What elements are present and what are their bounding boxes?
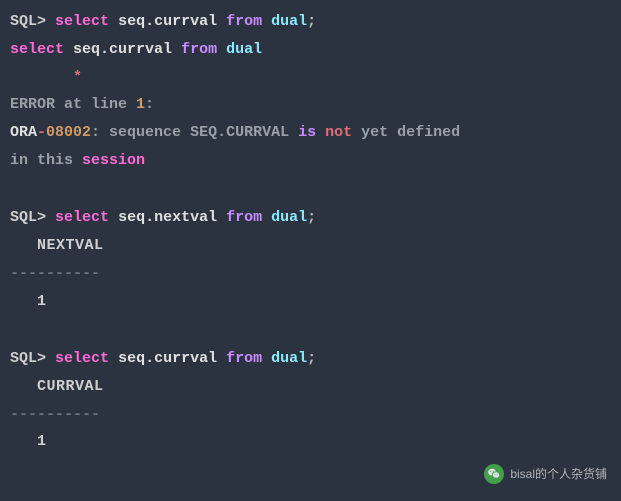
keyword-from: from [226, 209, 262, 226]
ora-dash: - [37, 124, 46, 141]
keyword-from: from [181, 41, 217, 58]
result-row: 1 [10, 288, 611, 316]
error-label: ERROR at line [10, 96, 136, 113]
column-name: CURRVAL [37, 378, 104, 395]
blank-line [10, 317, 611, 345]
table-name: dual [271, 350, 307, 367]
keyword-select: select [55, 13, 109, 30]
semicolon: ; [307, 13, 316, 30]
query-1-echo: select seq.currval from dual [10, 36, 611, 64]
query-3-input: SQL> select seq.currval from dual; [10, 345, 611, 373]
keyword-is: is [298, 124, 316, 141]
expr: seq.currval [118, 13, 217, 30]
query-1-block: SQL> select seq.currval from dual; selec… [10, 8, 611, 175]
separator-dashes: ---------- [10, 260, 611, 288]
column-header: CURRVAL [10, 373, 611, 401]
error-message-line-1: ORA-08002: sequence SEQ.CURRVAL is not y… [10, 119, 611, 147]
keyword-from: from [226, 350, 262, 367]
column-header: NEXTVAL [10, 232, 611, 260]
wechat-icon [484, 464, 504, 484]
sql-prompt: SQL> [10, 209, 46, 226]
semicolon: ; [307, 209, 316, 226]
watermark-text: bisal的个人杂货铺 [510, 463, 607, 485]
blank-line [10, 177, 611, 205]
ora-prefix: ORA [10, 124, 37, 141]
error-at-line: ERROR at line 1: [10, 91, 611, 119]
error-text: : sequence SEQ.CURRVAL [91, 124, 298, 141]
result-value: 1 [37, 433, 46, 450]
query-2-input: SQL> select seq.nextval from dual; [10, 204, 611, 232]
keyword-not: not [325, 124, 352, 141]
error-line-number: 1 [136, 96, 145, 113]
error-text: in this [10, 152, 82, 169]
error-pointer: * [10, 64, 611, 92]
error-message-line-2: in this session [10, 147, 611, 175]
keyword-select: select [55, 209, 109, 226]
query-1-input: SQL> select seq.currval from dual; [10, 8, 611, 36]
sql-prompt: SQL> [10, 350, 46, 367]
table-name: dual [226, 41, 262, 58]
keyword-session: session [82, 152, 145, 169]
keyword-select: select [55, 350, 109, 367]
expr: seq.currval [73, 41, 172, 58]
table-name: dual [271, 13, 307, 30]
table-name: dual [271, 209, 307, 226]
expr: seq.currval [118, 350, 217, 367]
query-3-block: SQL> select seq.currval from dual; CURRV… [10, 345, 611, 456]
query-2-block: SQL> select seq.nextval from dual; NEXTV… [10, 204, 611, 315]
result-row: 1 [10, 428, 611, 456]
star-marker: * [10, 69, 82, 86]
watermark: bisal的个人杂货铺 [484, 463, 607, 485]
ora-code: 08002 [46, 124, 91, 141]
keyword-select: select [10, 41, 64, 58]
expr: seq.nextval [118, 209, 217, 226]
error-colon: : [145, 96, 154, 113]
result-value: 1 [37, 293, 46, 310]
keyword-from: from [226, 13, 262, 30]
semicolon: ; [307, 350, 316, 367]
separator-dashes: ---------- [10, 401, 611, 429]
column-name: NEXTVAL [37, 237, 104, 254]
error-text: yet defined [352, 124, 460, 141]
sql-prompt: SQL> [10, 13, 46, 30]
